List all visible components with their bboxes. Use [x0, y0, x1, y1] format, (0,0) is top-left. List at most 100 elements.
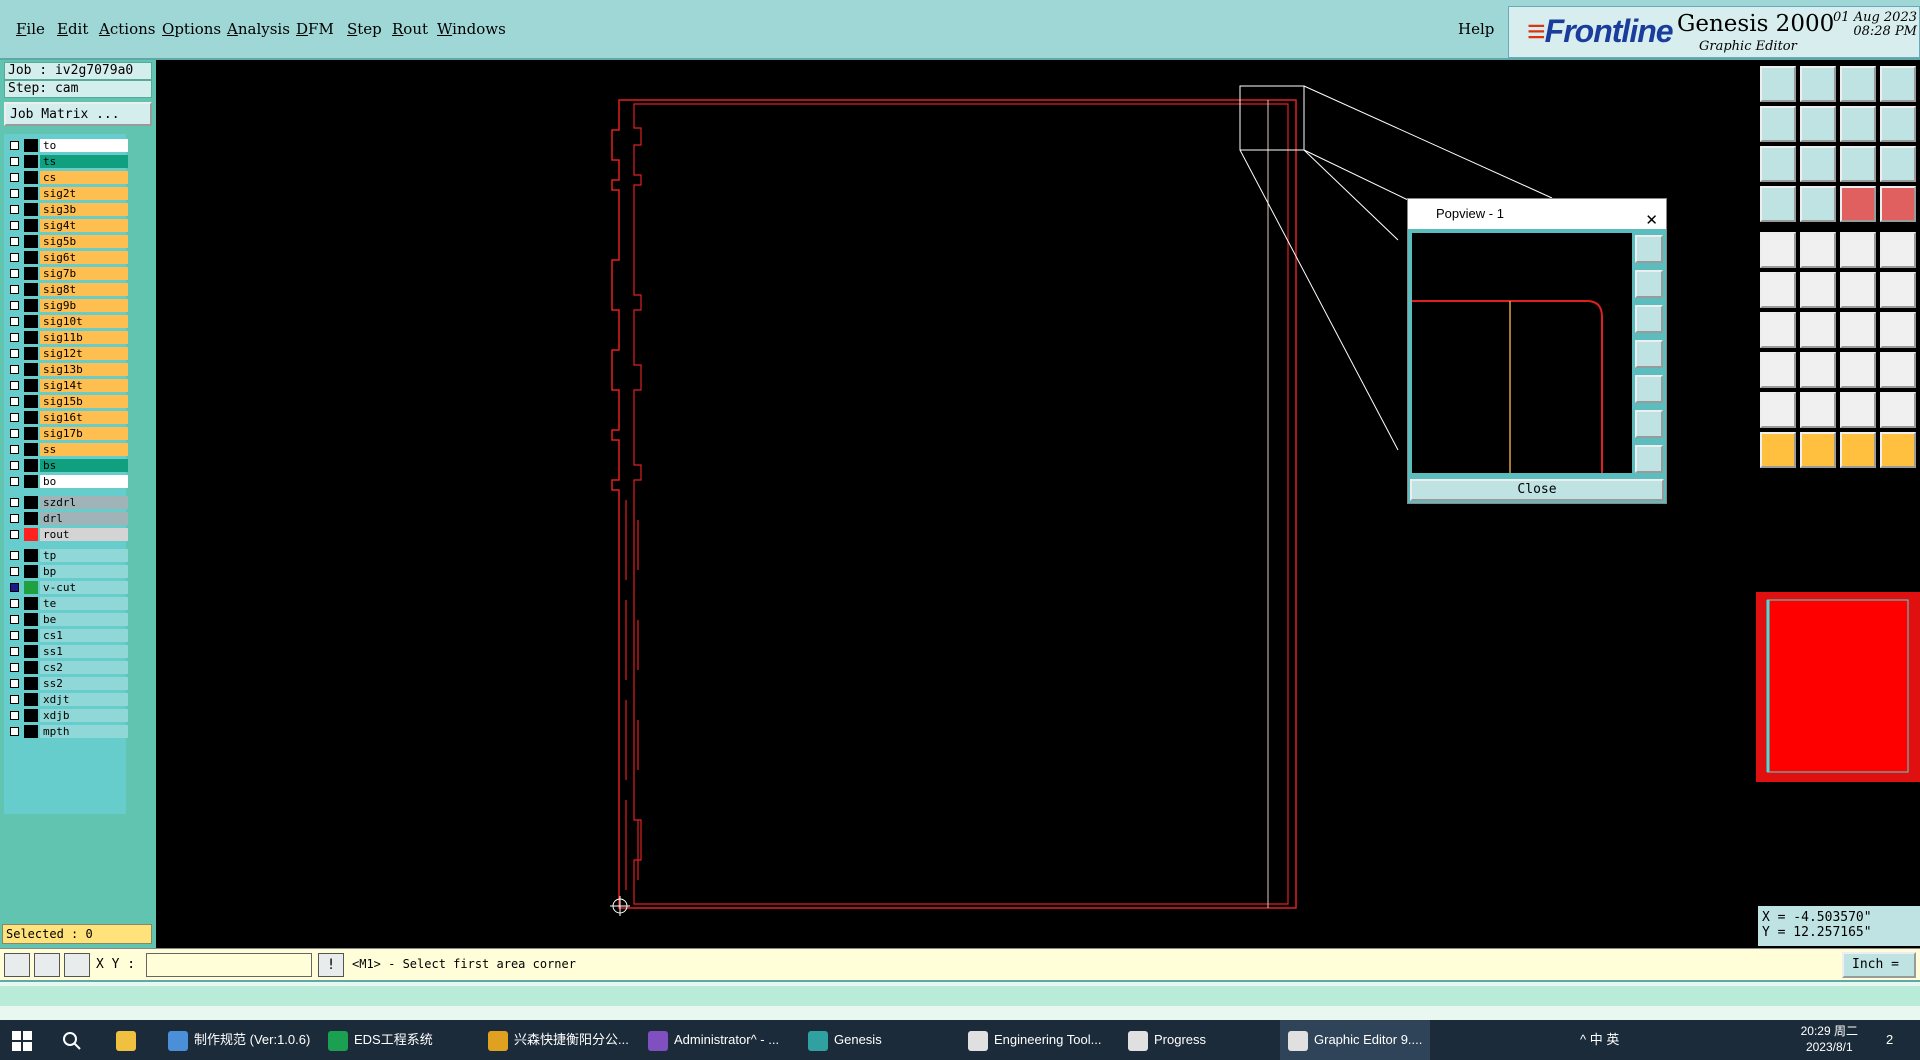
layer-name[interactable]: drl	[40, 512, 128, 525]
text-a2-icon[interactable]	[1840, 392, 1876, 428]
overview-map[interactable]	[1756, 592, 1920, 782]
layer-name[interactable]: mpth	[40, 725, 128, 738]
layer-name[interactable]: tp	[40, 549, 128, 562]
layer-checkbox[interactable]	[10, 413, 19, 422]
layer-checkbox[interactable]	[10, 189, 19, 198]
menu-analysis[interactable]: Analysis	[227, 20, 290, 38]
layer-row[interactable]: sig5b	[6, 234, 128, 249]
bracket-icon[interactable]	[1840, 106, 1876, 142]
layers-red2-icon[interactable]	[1880, 186, 1916, 222]
layer-name[interactable]: cs2	[40, 661, 128, 674]
layer-name[interactable]: sig14t	[40, 379, 128, 392]
layer-checkbox[interactable]	[10, 615, 19, 624]
layer-name[interactable]: sig16t	[40, 411, 128, 424]
node-icon[interactable]	[1760, 272, 1796, 308]
layer-name[interactable]: sig2t	[40, 187, 128, 200]
layer-checkbox[interactable]	[10, 498, 19, 507]
layer-row[interactable]: sig10t	[6, 314, 128, 329]
layer-name[interactable]: sig17b	[40, 427, 128, 440]
xy-input[interactable]	[146, 953, 312, 977]
layer-name[interactable]: te	[40, 597, 128, 610]
home-icon[interactable]	[1840, 66, 1876, 102]
ruler-icon[interactable]	[1840, 232, 1876, 268]
split-icon[interactable]	[1880, 312, 1916, 348]
layer-name[interactable]: be	[40, 613, 128, 626]
layer-row[interactable]: xdjb	[6, 708, 128, 723]
layer-checkbox[interactable]	[10, 173, 19, 182]
layer-name[interactable]: v-cut	[40, 581, 128, 594]
zoom-out-icon[interactable]	[1635, 410, 1663, 438]
layer-name[interactable]: sig10t	[40, 315, 128, 328]
layer-row[interactable]: ss2	[6, 676, 128, 691]
stretch-icon[interactable]	[1880, 106, 1916, 142]
layer-row[interactable]: bs	[6, 458, 128, 473]
layer-name[interactable]: sig5b	[40, 235, 128, 248]
layer-checkbox[interactable]	[10, 445, 19, 454]
layer-checkbox[interactable]	[10, 599, 19, 608]
layer-checkbox[interactable]	[10, 333, 19, 342]
layer-checkbox[interactable]	[10, 301, 19, 310]
layer-name[interactable]: sig15b	[40, 395, 128, 408]
taskbar-app[interactable]: Progress	[1120, 1020, 1214, 1060]
layer-row[interactable]: sig15b	[6, 394, 128, 409]
layer-name[interactable]: cs1	[40, 629, 128, 642]
layer-row[interactable]: sig14t	[6, 378, 128, 393]
layer-name[interactable]: sig11b	[40, 331, 128, 344]
layers-red-icon[interactable]	[1840, 186, 1876, 222]
layer-checkbox[interactable]	[10, 631, 19, 640]
menu-step[interactable]: Step	[347, 20, 382, 38]
layer-row[interactable]: bo	[6, 474, 128, 489]
clock[interactable]: 20:29 周二 2023/8/1	[1801, 1023, 1858, 1055]
layer-checkbox[interactable]	[10, 141, 19, 150]
zoom-in-icon[interactable]	[1635, 445, 1663, 473]
layer-checkbox[interactable]	[10, 711, 19, 720]
measure-icon[interactable]	[34, 953, 60, 977]
pad-icon[interactable]	[1760, 232, 1796, 268]
layer-name[interactable]: xdjb	[40, 709, 128, 722]
grid-view-icon[interactable]	[1800, 186, 1836, 222]
layer-name[interactable]: sig6t	[40, 251, 128, 264]
pad-select-icon[interactable]	[1760, 352, 1796, 388]
menu-file[interactable]: File	[16, 20, 45, 38]
pan-down-icon[interactable]	[1635, 305, 1663, 333]
snap-icon[interactable]	[4, 953, 30, 977]
popview-close-button[interactable]: Close	[1410, 479, 1664, 501]
layer-checkbox[interactable]	[10, 365, 19, 374]
layer-name[interactable]: ss	[40, 443, 128, 456]
triangle-icon[interactable]	[1760, 392, 1796, 428]
arrow-right-icon[interactable]	[1800, 106, 1836, 142]
arc-point-icon[interactable]	[1880, 272, 1916, 308]
pan-up-icon[interactable]	[1635, 270, 1663, 298]
layer-checkbox[interactable]	[10, 663, 19, 672]
layer-name[interactable]: bp	[40, 565, 128, 578]
menu-dfm[interactable]: DFM	[296, 20, 334, 38]
layer-row[interactable]: to	[6, 138, 128, 153]
layer-checkbox[interactable]	[10, 514, 19, 523]
grid-icon[interactable]	[64, 953, 90, 977]
arrow-left-icon[interactable]	[1760, 106, 1796, 142]
layer-row[interactable]: te	[6, 596, 128, 611]
layer-checkbox[interactable]	[10, 477, 19, 486]
layer-row[interactable]: drl	[6, 511, 128, 526]
fit-icon[interactable]	[1760, 146, 1796, 182]
layer-row[interactable]: cs	[6, 170, 128, 185]
layer-row[interactable]: sig16t	[6, 410, 128, 425]
layer-checkbox[interactable]	[10, 679, 19, 688]
layer-name[interactable]: to	[40, 139, 128, 152]
layer-row[interactable]: sig8t	[6, 282, 128, 297]
info-icon[interactable]: !	[318, 953, 344, 977]
circle-icon[interactable]	[1880, 232, 1916, 268]
layer-checkbox[interactable]	[10, 237, 19, 246]
layer-row[interactable]: ss	[6, 442, 128, 457]
layer-row[interactable]: sig9b	[6, 298, 128, 313]
slash-icon[interactable]	[1800, 312, 1836, 348]
layer-row[interactable]: cs2	[6, 660, 128, 675]
layer-row[interactable]: ts	[6, 154, 128, 169]
pointer-icon[interactable]	[1760, 432, 1796, 468]
layer-checkbox[interactable]	[10, 157, 19, 166]
layer-row[interactable]: v-cut	[6, 580, 128, 595]
layer-name[interactable]: xdjt	[40, 693, 128, 706]
taskbar-app[interactable]: Engineering Tool...	[960, 1020, 1109, 1060]
unit-selector[interactable]: Inch =	[1842, 952, 1916, 978]
layer-name[interactable]: sig7b	[40, 267, 128, 280]
